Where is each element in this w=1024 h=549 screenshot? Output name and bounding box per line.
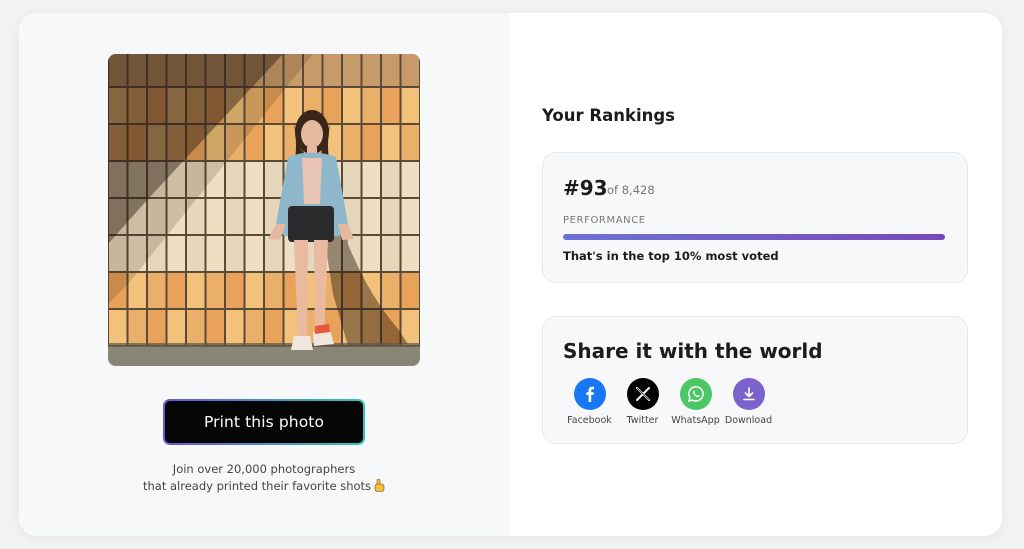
wall-tile xyxy=(382,273,400,308)
pointing-hand-icon xyxy=(374,479,385,492)
wall-tile xyxy=(226,199,244,234)
wall-tile xyxy=(109,310,127,345)
wall-tile xyxy=(401,236,419,271)
x-icon xyxy=(626,378,659,410)
wall-tile xyxy=(206,273,224,308)
print-photo-button[interactable]: Print this photo xyxy=(163,399,365,445)
wall-tile xyxy=(362,199,380,234)
wall-tile xyxy=(245,162,263,197)
wall-tile xyxy=(187,310,205,345)
rank-number: #93 xyxy=(563,176,608,200)
facebook-icon xyxy=(573,378,606,410)
wall-tile xyxy=(187,273,205,308)
share-panel: Share it with the world Facebook Twitter xyxy=(542,316,968,444)
wall-tile xyxy=(343,125,361,160)
wall-tile xyxy=(265,273,283,308)
performance-summary: That's in the top 10% most voted xyxy=(563,249,779,263)
rank-total: of 8,428 xyxy=(607,183,655,197)
photo xyxy=(108,54,420,366)
wall-tile xyxy=(382,88,400,123)
photo-column: Print this photo Join over 20,000 photog… xyxy=(19,13,510,536)
wall-tile xyxy=(226,162,244,197)
wall-tile xyxy=(362,88,380,123)
wall-tile xyxy=(226,310,244,345)
promo-line-2-text: that already printed their favorite shot… xyxy=(142,479,372,493)
whatsapp-icon xyxy=(679,378,712,410)
share-whatsapp-label: WhatsApp xyxy=(671,415,720,426)
rank-panel: #93 of 8,428 PERFORMANCE That's in the t… xyxy=(542,152,968,283)
share-buttons: Facebook Twitter WhatsApp Download xyxy=(563,378,775,426)
ground xyxy=(108,346,420,366)
wall-tile xyxy=(265,236,283,271)
wall-tile xyxy=(401,54,419,86)
wall-tile xyxy=(206,310,224,345)
wall-tile xyxy=(265,310,283,345)
wall-tile xyxy=(382,236,400,271)
wall-tile xyxy=(148,273,166,308)
wall-tile xyxy=(343,88,361,123)
wall-tile xyxy=(343,162,361,197)
wall-tile xyxy=(401,125,419,160)
wall-tile xyxy=(167,310,185,345)
promo-text: Join over 20,000 photographers that alre… xyxy=(114,461,414,495)
wall-tile xyxy=(245,199,263,234)
wall-tile xyxy=(382,54,400,86)
performance-bar xyxy=(563,234,945,240)
rankings-column: Your Rankings #93 of 8,428 PERFORMANCE T… xyxy=(510,13,1002,536)
rankings-title: Your Rankings xyxy=(542,106,675,125)
share-twitter-button[interactable]: Twitter xyxy=(616,378,669,426)
share-title: Share it with the world xyxy=(563,339,823,363)
wall-tile xyxy=(128,310,146,345)
wall-tile xyxy=(226,236,244,271)
wall-tile xyxy=(382,199,400,234)
share-whatsapp-button[interactable]: WhatsApp xyxy=(669,378,722,426)
share-download-button[interactable]: Download xyxy=(722,378,775,426)
wall-tile xyxy=(323,54,341,86)
share-facebook-label: Facebook xyxy=(567,415,612,426)
wall-tile xyxy=(382,125,400,160)
wall-tile xyxy=(265,162,283,197)
share-download-label: Download xyxy=(724,415,773,426)
wall-tile xyxy=(362,54,380,86)
promo-line-1: Join over 20,000 photographers xyxy=(172,462,356,476)
promo-line-2: that already printed their favorite shot… xyxy=(114,478,414,495)
wall-tile xyxy=(245,236,263,271)
wall-tile xyxy=(362,162,380,197)
wall-tile xyxy=(167,236,185,271)
wall-tile xyxy=(187,236,205,271)
wall-tile xyxy=(245,310,263,345)
performance-bar-fill xyxy=(563,234,945,240)
wall-tile xyxy=(401,162,419,197)
share-twitter-label: Twitter xyxy=(626,415,659,426)
wall-tile xyxy=(245,273,263,308)
wall-tile xyxy=(265,125,283,160)
wall-tile xyxy=(206,199,224,234)
wall-tile xyxy=(343,54,361,86)
wall-tile xyxy=(323,88,341,123)
wall-tile xyxy=(362,125,380,160)
wall-tile xyxy=(382,162,400,197)
performance-label: PERFORMANCE xyxy=(563,215,646,226)
wall-tile xyxy=(401,88,419,123)
result-card: Print this photo Join over 20,000 photog… xyxy=(19,13,1002,536)
photo-image xyxy=(108,54,420,366)
download-icon xyxy=(732,378,765,410)
wall-tile xyxy=(167,273,185,308)
wall-tile xyxy=(148,310,166,345)
wall-tile xyxy=(362,236,380,271)
wall-tile xyxy=(401,273,419,308)
wall-tile xyxy=(206,236,224,271)
wall-tile xyxy=(226,273,244,308)
wall-tile xyxy=(401,199,419,234)
share-facebook-button[interactable]: Facebook xyxy=(563,378,616,426)
